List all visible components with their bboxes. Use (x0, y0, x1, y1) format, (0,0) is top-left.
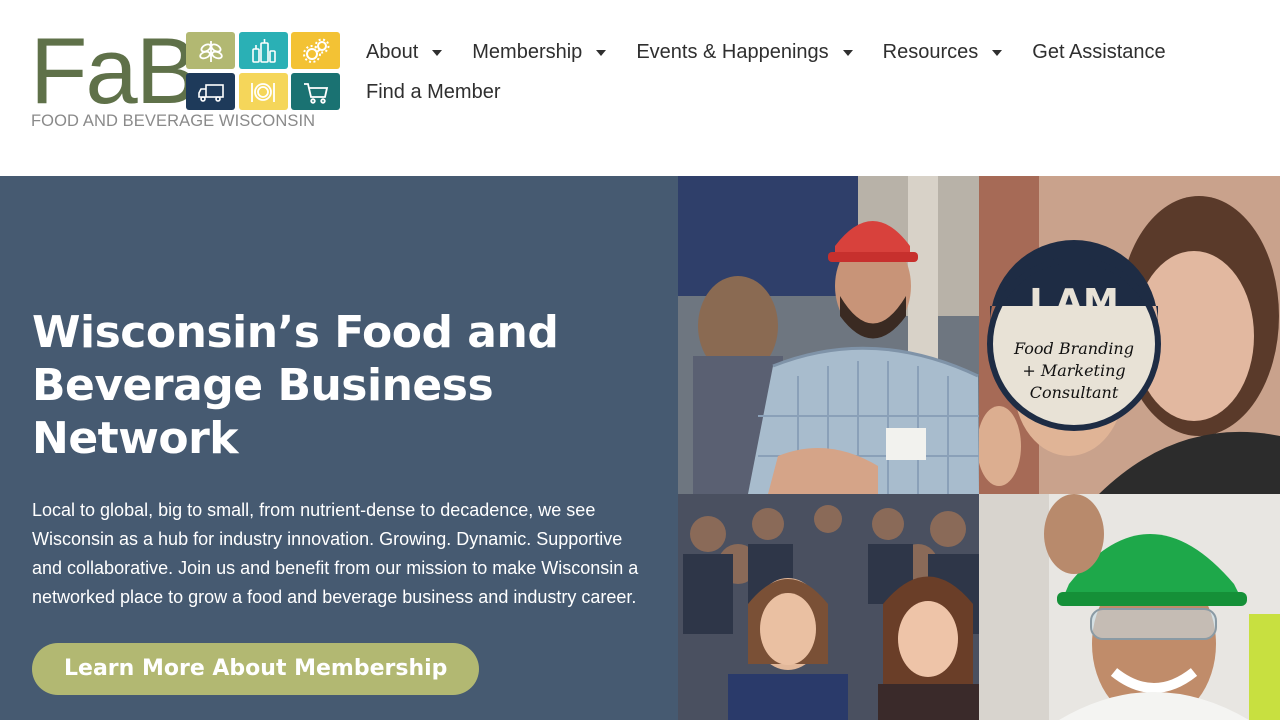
nav-item-membership[interactable]: Membership (472, 40, 607, 64)
nav-item-about[interactable]: About (366, 40, 443, 64)
logo-tiles (186, 32, 340, 110)
dropdown-caret-icon[interactable] (992, 50, 1003, 56)
nav-row: About Membership Events & Happenings Res… (366, 34, 1246, 70)
dropdown-caret-icon[interactable] (596, 50, 607, 56)
bottles-icon (238, 32, 288, 69)
hero-description: Local to global, big to small, from nutr… (32, 500, 639, 607)
site-header: FaB FOOD AND BEVERAGE WISCONSIN About Me… (0, 0, 1280, 176)
wheat-icon (186, 32, 235, 69)
photo-man-red-cap (678, 176, 979, 494)
nav-item-label: Events & Happenings (636, 40, 829, 63)
nav-item-label: Get Assistance (1032, 40, 1166, 63)
nav-item-label: Find a Member (366, 80, 501, 103)
dropdown-caret-icon[interactable] (842, 50, 853, 56)
dropdown-caret-icon[interactable] (432, 50, 443, 56)
svg-text:+ Marketing: + Marketing (1022, 361, 1125, 380)
logo-tagline: FOOD AND BEVERAGE WISCONSIN (31, 112, 316, 130)
nav-item-get-assistance[interactable]: Get Assistance (1032, 41, 1165, 64)
truck-icon (186, 73, 235, 110)
logo-wordmark: FaB (30, 18, 198, 123)
hero-section: Wisconsin’s Food and Beverage Business N… (0, 176, 1280, 720)
cart-icon (291, 73, 340, 110)
nav-item-label: About (366, 40, 419, 63)
site-logo[interactable]: FaB FOOD AND BEVERAGE WISCONSIN (30, 18, 342, 130)
hero-panel: Wisconsin’s Food and Beverage Business N… (0, 176, 678, 720)
learn-more-membership-button[interactable]: Learn More About Membership (32, 643, 480, 695)
photo-crowd (678, 494, 979, 720)
nav-item-label: Membership (472, 40, 583, 63)
gears-icon (291, 32, 340, 69)
nav-item-label: Resources (882, 40, 979, 63)
main-navigation: About Membership Events & Happenings Res… (366, 34, 1246, 114)
svg-text:Food Branding: Food Branding (1013, 339, 1134, 358)
photo-grid: I AM Food Branding + Marketing Consultan… (678, 176, 1280, 720)
photo-hard-hat-worker (979, 494, 1280, 720)
nav-row: Find a Member (366, 74, 1246, 110)
badge-heading: I AM (1029, 282, 1119, 323)
plate-icon (238, 73, 288, 110)
hero-title: Wisconsin’s Food and Beverage Business N… (32, 307, 559, 464)
photo-i-am-badge: I AM Food Branding + Marketing Consultan… (979, 176, 1280, 494)
nav-item-resources[interactable]: Resources (883, 41, 1003, 64)
nav-item-events[interactable]: Events & Happenings (636, 40, 853, 64)
nav-item-find-a-member[interactable]: Find a Member (366, 81, 501, 104)
svg-text:Consultant: Consultant (1030, 383, 1119, 402)
